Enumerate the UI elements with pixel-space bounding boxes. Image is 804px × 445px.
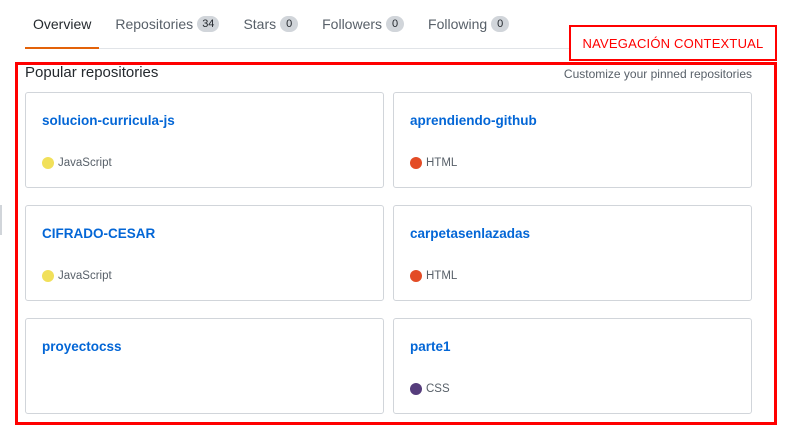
language-color-dot	[410, 383, 422, 395]
tab-following[interactable]: Following 0	[420, 0, 517, 48]
repo-card: solucion-curricula-js JavaScript	[25, 92, 384, 188]
following-counter: 0	[491, 16, 510, 32]
popular-repositories-title: Popular repositories	[25, 64, 159, 81]
repo-card: parte1 CSS	[393, 318, 752, 414]
repo-language: HTML	[410, 157, 457, 169]
tab-repositories-label: Repositories	[115, 16, 194, 32]
repo-language: CSS	[410, 383, 450, 395]
annotation-label: NAVEGACIÓN CONTEXTUAL	[582, 35, 764, 51]
customize-pinned-link[interactable]: Customize your pinned repositories	[564, 67, 752, 81]
annotation-callout: NAVEGACIÓN CONTEXTUAL	[569, 25, 777, 61]
followers-counter: 0	[386, 16, 405, 32]
tab-stars-label: Stars	[243, 16, 277, 32]
repo-language: JavaScript	[42, 157, 112, 169]
repo-link[interactable]: carpetasenlazadas	[410, 226, 530, 241]
language-color-dot	[410, 157, 422, 169]
repo-language: JavaScript	[42, 270, 112, 282]
tab-overview-label: Overview	[33, 16, 92, 32]
tab-stars[interactable]: Stars 0	[235, 0, 306, 48]
repo-card: CIFRADO-CESAR JavaScript	[25, 205, 384, 301]
tab-followers-label: Followers	[322, 16, 383, 32]
language-color-dot	[410, 270, 422, 282]
tab-repositories[interactable]: Repositories 34	[107, 0, 227, 48]
repositories-counter: 34	[197, 16, 220, 32]
language-label: HTML	[426, 157, 458, 169]
repo-card: proyectocss	[25, 318, 384, 414]
stars-counter: 0	[280, 16, 299, 32]
repo-link[interactable]: CIFRADO-CESAR	[42, 226, 155, 241]
repo-link[interactable]: solucion-curricula-js	[42, 113, 175, 128]
repo-link[interactable]: aprendiendo-github	[410, 113, 537, 128]
language-label: JavaScript	[58, 157, 112, 169]
repo-language: HTML	[410, 270, 457, 282]
repo-link[interactable]: proyectocss	[42, 339, 122, 354]
language-color-dot	[42, 270, 54, 282]
repo-link[interactable]: parte1	[410, 339, 451, 354]
tab-overview[interactable]: Overview	[25, 0, 100, 49]
tab-following-label: Following	[428, 16, 488, 32]
repo-card: aprendiendo-github HTML	[393, 92, 752, 188]
language-color-dot	[42, 157, 54, 169]
repo-card: carpetasenlazadas HTML	[393, 205, 752, 301]
language-label: CSS	[426, 383, 450, 395]
left-edge-divider	[0, 205, 2, 235]
language-label: HTML	[426, 270, 458, 282]
language-label: JavaScript	[58, 270, 112, 282]
tab-followers[interactable]: Followers 0	[314, 0, 412, 48]
